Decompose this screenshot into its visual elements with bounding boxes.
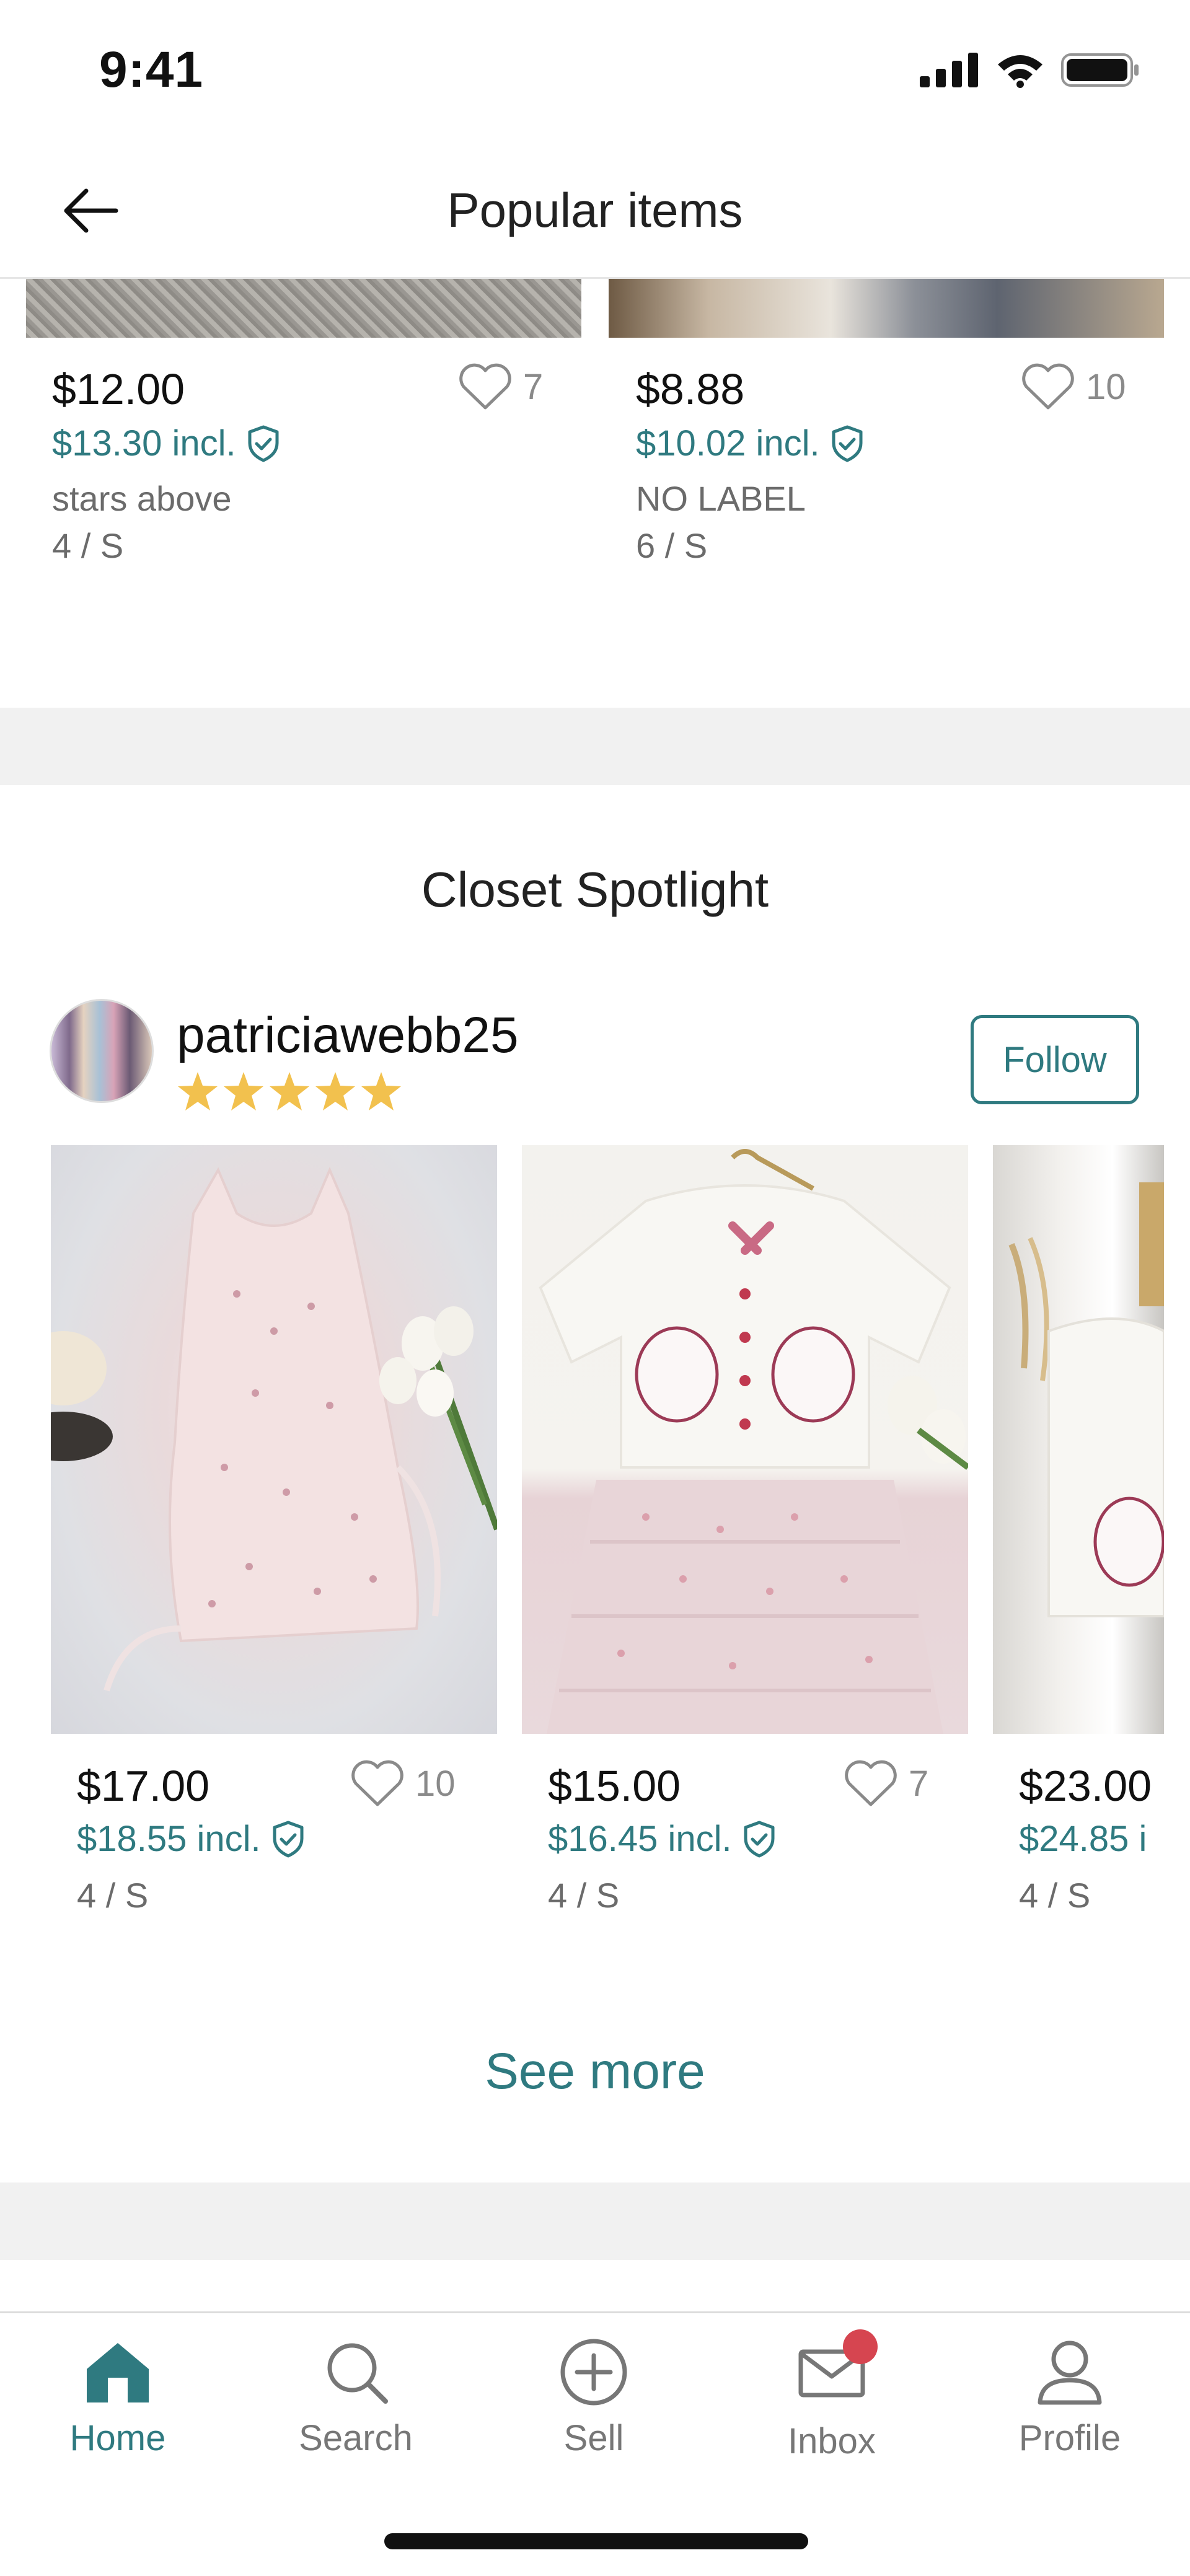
like-button[interactable]: 10	[351, 1760, 456, 1807]
product-price: $23.00	[1019, 1762, 1152, 1810]
heart-icon	[351, 1760, 403, 1806]
tab-home[interactable]: Home	[25, 2338, 211, 2459]
price-incl-fees: $16.45 incl.	[548, 1818, 777, 1860]
follow-button[interactable]: Follow	[971, 1015, 1139, 1104]
price-incl-text: $24.85 i	[1019, 1819, 1147, 1859]
product-image[interactable]	[522, 1145, 968, 1734]
heart-icon	[459, 363, 511, 410]
avatar[interactable]	[50, 999, 154, 1103]
status-icons	[920, 52, 1140, 88]
tab-label: Sell	[563, 2418, 624, 2458]
product-size: 6 / S	[636, 526, 708, 565]
product-image[interactable]	[993, 1145, 1164, 1734]
home-icon	[87, 2343, 149, 2402]
price-incl-text: $10.02 incl.	[636, 423, 820, 464]
status-bar: 9:41	[0, 0, 1190, 143]
cardigan-photo	[539, 1149, 968, 1734]
status-time: 9:41	[99, 42, 204, 98]
inbox-icon-wrap	[795, 2329, 878, 2409]
like-count: 10	[415, 1763, 456, 1804]
price-incl-text: $13.30 incl.	[52, 423, 236, 464]
price-incl-fees: $13.30 incl.	[52, 423, 281, 464]
person-icon	[1038, 2341, 1102, 2405]
shield-check-icon	[744, 1821, 775, 1857]
home-indicator	[384, 2533, 808, 2549]
price-incl-fees: $24.85 i	[1019, 1818, 1147, 1860]
dress-photo	[51, 1166, 497, 1692]
product-price: $8.88	[636, 365, 745, 413]
product-brand: NO LABEL	[636, 479, 806, 518]
see-more-link[interactable]: See more	[0, 2042, 1190, 2101]
product-price: $15.00	[548, 1762, 681, 1810]
seller-rating	[177, 1071, 402, 1112]
price-incl-fees: $18.55 incl.	[77, 1818, 306, 1860]
shield-check-icon	[832, 425, 863, 462]
price-incl-fees: $10.02 incl.	[636, 423, 865, 464]
product-size: 4 / S	[52, 526, 124, 565]
product-image[interactable]	[609, 279, 1164, 338]
like-button[interactable]: 10	[1021, 363, 1126, 410]
like-button[interactable]: 7	[459, 363, 543, 410]
cellular-signal-icon	[920, 53, 978, 87]
cardigan-photo	[1008, 1182, 1164, 1617]
section-divider	[0, 708, 1190, 785]
tab-sell[interactable]: Sell	[501, 2338, 687, 2459]
notification-badge	[843, 2329, 878, 2364]
product-price: $17.00	[77, 1762, 210, 1810]
tab-label: Search	[299, 2418, 413, 2458]
page-title: Popular items	[447, 183, 743, 237]
star-icon	[224, 1072, 263, 1110]
plus-circle-icon	[560, 2339, 627, 2406]
like-count: 7	[909, 1763, 929, 1804]
section-divider	[0, 2183, 1190, 2260]
product-size: 4 / S	[1019, 1876, 1091, 1915]
like-count: 7	[523, 366, 544, 407]
shield-check-icon	[273, 1821, 304, 1857]
tab-label: Home	[69, 2418, 166, 2458]
product-size: 4 / S	[548, 1876, 620, 1915]
heart-icon	[1022, 363, 1074, 410]
wifi-icon	[998, 55, 1042, 88]
tab-inbox[interactable]: Inbox	[739, 2329, 925, 2462]
product-brand: stars above	[52, 479, 232, 518]
product-price: $12.00	[52, 365, 185, 413]
nav-bar: Popular items	[0, 143, 1190, 279]
like-button[interactable]: 7	[844, 1760, 928, 1807]
heart-icon	[845, 1760, 897, 1806]
star-icon	[178, 1072, 218, 1110]
section-title: Closet Spotlight	[421, 862, 769, 917]
price-incl-text: $18.55 incl.	[77, 1819, 261, 1859]
product-image[interactable]	[26, 279, 581, 338]
star-icon	[361, 1072, 401, 1110]
star-icon	[270, 1072, 309, 1110]
tab-profile[interactable]: Profile	[977, 2338, 1163, 2459]
battery-icon	[1061, 53, 1139, 87]
seller-username[interactable]: patriciawebb25	[177, 1006, 519, 1065]
tab-label: Profile	[1018, 2418, 1121, 2458]
tab-label: Inbox	[788, 2421, 876, 2461]
shield-check-icon	[248, 425, 279, 462]
star-icon	[315, 1072, 355, 1110]
product-image[interactable]	[51, 1145, 497, 1734]
product-card[interactable]: $23.00 $24.85 i 4 / S	[1019, 1754, 1190, 1927]
price-incl-text: $16.45 incl.	[548, 1819, 732, 1859]
search-icon	[327, 2343, 388, 2404]
like-count: 10	[1086, 366, 1126, 407]
product-size: 4 / S	[77, 1876, 149, 1915]
tab-search[interactable]: Search	[263, 2338, 449, 2459]
